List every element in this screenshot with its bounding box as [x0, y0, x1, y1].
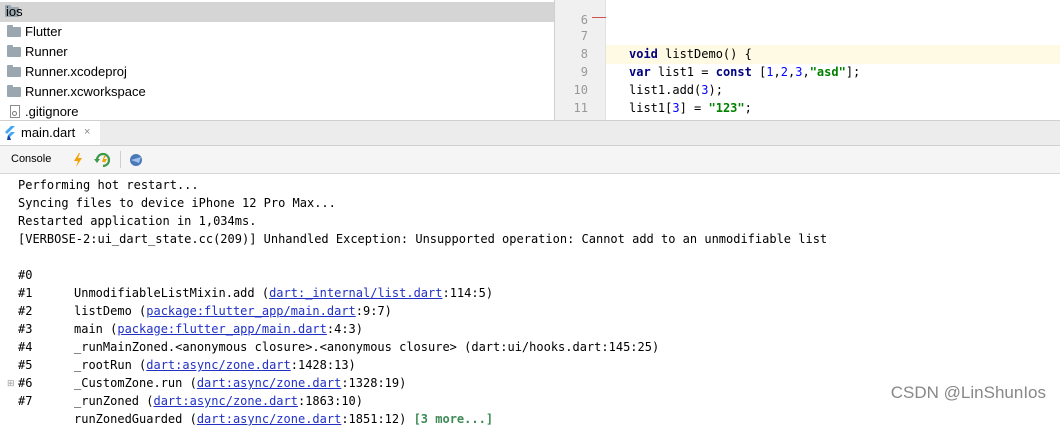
stack-frame: #1 listDemo (package:flutter_app/main.da…	[18, 266, 392, 318]
folder-icon	[7, 65, 21, 77]
project-tree: ios Flutter Runner Runner.xcodeproj Runn…	[0, 0, 554, 120]
code-line: 7 void listDemo() {	[555, 9, 1060, 61]
console-tab-label: Console	[11, 153, 52, 165]
flutter-icon	[4, 126, 16, 145]
frame-number: #7	[18, 394, 33, 408]
close-icon[interactable]: ×	[84, 126, 90, 138]
console-output[interactable]: Performing hot restart... Syncing files …	[0, 174, 1060, 426]
tree-item-flutter[interactable]: Flutter	[0, 22, 554, 42]
frame-text: _runZoned (	[74, 394, 154, 408]
tree-item-gitignore[interactable]: .gitignore	[0, 102, 554, 120]
stack-frame: #2 main (package:flutter_app/main.dart:4…	[18, 284, 363, 336]
toolbar-separator	[120, 151, 121, 168]
code-line: 8 var list1 = const [1,2,3,"asd"];	[555, 27, 1060, 79]
watermark: CSDN @LinShunIos	[890, 383, 1046, 402]
source-link[interactable]: dart:async/zone.dart	[153, 394, 298, 408]
frame-text: _rootRun (	[74, 358, 147, 372]
frame-text: runZonedGuarded (	[74, 412, 197, 426]
frame-text: listDemo (	[74, 304, 147, 318]
run-tab-bar: main.dart ×	[0, 120, 1060, 146]
more-frames-toggle[interactable]: [3 more...]	[414, 412, 493, 426]
dart-devtools-icon[interactable]	[127, 151, 145, 169]
stack-frame: #3 _runMainZoned.<anonymous closure>.<an…	[18, 302, 659, 354]
folder-icon	[7, 85, 21, 97]
console-line-error: [VERBOSE-2:ui_dart_state.cc(209)] Unhand…	[18, 232, 828, 246]
hot-restart-icon[interactable]	[94, 151, 112, 169]
folder-icon	[7, 25, 21, 37]
source-link[interactable]: dart:async/zone.dart	[146, 358, 291, 372]
tree-item-ios[interactable]: ios	[0, 2, 554, 22]
frame-text: UnmodifiableListMixin.add (	[74, 286, 270, 300]
tree-item-label: Runner.xcworkspace	[25, 84, 146, 99]
source-link[interactable]: package:flutter_app/main.dart	[117, 322, 327, 336]
stack-frame: #0 UnmodifiableListMixin.add (dart:_inte…	[18, 248, 493, 300]
frame-position: :9:7)	[355, 304, 392, 318]
code-editor[interactable]: 6 7 void listDemo() { 8 var list1 = cons…	[555, 0, 1060, 120]
console-line: Restarted application in 1,034ms.	[18, 214, 257, 228]
tab-main-dart[interactable]: main.dart ×	[0, 121, 100, 145]
console-toolbar: Console	[0, 146, 1060, 174]
code-line: 12 }	[555, 99, 1060, 120]
stack-frame: #5 _CustomZone.run (dart:async/zone.dart…	[18, 338, 406, 390]
frame-text: _CustomZone.run (	[74, 376, 197, 390]
console-tab[interactable]: Console	[0, 146, 62, 173]
console-line: Syncing files to device iPhone 12 Pro Ma…	[18, 196, 336, 210]
folder-icon	[7, 45, 21, 57]
tree-item-label: Runner.xcodeproj	[25, 64, 127, 79]
frame-position: :114:5)	[442, 286, 494, 300]
tree-item-runner-xcodeproj[interactable]: Runner.xcodeproj	[0, 62, 554, 82]
frame-text: _runMainZoned.<anonymous closure>.<anony…	[74, 340, 660, 354]
source-link[interactable]: dart:async/zone.dart	[197, 412, 342, 426]
stack-frame: #4 _rootRun (dart:async/zone.dart:1428:1…	[18, 320, 356, 372]
gitignore-file-icon	[10, 105, 20, 118]
source-link[interactable]: dart:async/zone.dart	[197, 376, 342, 390]
source-link[interactable]: package:flutter_app/main.dart	[146, 304, 356, 318]
frame-position: :4:3)	[326, 322, 363, 336]
fold-plus-icon[interactable]: ⊞	[7, 378, 15, 389]
stack-frame: #7 runZonedGuarded (dart:async/zone.dart…	[18, 374, 493, 426]
tree-item-label: Flutter	[25, 24, 62, 39]
code-line: 11	[555, 81, 1060, 115]
stack-frame: #6 _runZoned (dart:async/zone.dart:1863:…	[18, 356, 363, 408]
tree-item-runner[interactable]: Runner	[0, 42, 554, 62]
frame-position: :1851:12)	[341, 412, 414, 426]
frame-position: :1428:13)	[290, 358, 356, 372]
hot-reload-icon[interactable]	[69, 151, 87, 169]
source-link[interactable]: dart:_internal/list.dart	[269, 286, 442, 300]
tree-item-label: Runner	[25, 44, 68, 59]
frame-position: :1328:19)	[341, 376, 407, 390]
code-line: 10 list1[3] = "123";	[555, 63, 1060, 115]
tree-item-runner-xcworkspace[interactable]: Runner.xcworkspace	[0, 82, 554, 102]
tree-item-label: ios	[6, 4, 23, 19]
tab-label: main.dart	[21, 125, 76, 140]
frame-text: main (	[74, 322, 118, 336]
tree-item-label: .gitignore	[25, 104, 79, 119]
code-line-current: 9 list1.add(3);	[555, 45, 1060, 97]
frame-position: :1863:10)	[297, 394, 364, 408]
console-line: Performing hot restart...	[18, 178, 199, 192]
